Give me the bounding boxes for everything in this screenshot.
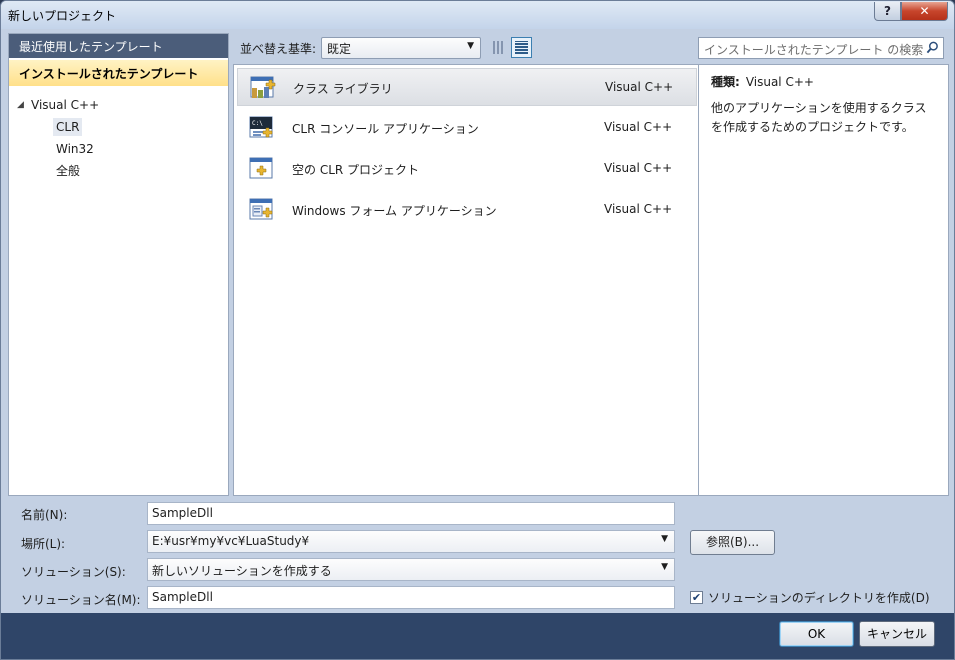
grid-view-icon [493,41,504,54]
list-view-button[interactable] [511,37,532,58]
tree-item-clr[interactable]: CLR [17,116,99,138]
category-tree: ◢ Visual C++ CLR Win32 全般 [17,94,99,182]
installed-templates-header[interactable]: インストールされたテンプレート [9,60,228,86]
svg-text:C:\: C:\ [252,120,263,127]
solution-name-input[interactable]: SampleDll [147,586,675,609]
template-name: Windows フォーム アプリケーション [292,204,497,218]
detail-type: 種類: Visual C++ [711,73,936,90]
sort-label: 並べ替え基準: [240,42,317,56]
template-category-panel: 最近使用したテンプレート インストールされたテンプレート ◢ Visual C+… [8,33,229,496]
window-title: 新しいプロジェクト [8,9,117,23]
create-directory-label: ソリューションのディレクトリを作成(D) [708,591,930,605]
close-button[interactable]: ✕ [901,2,948,21]
detail-type-label: 種類: [711,75,740,89]
sort-value: 既定 [327,42,352,56]
detail-type-value: Visual C++ [745,75,814,89]
location-value: E:¥usr¥my¥vc¥LuaStudy¥ [152,534,310,548]
chevron-down-icon[interactable]: ▼ [661,562,668,572]
project-name-input[interactable]: SampleDll [147,502,675,525]
list-view-icon [515,41,528,54]
recent-templates-header[interactable]: 最近使用したテンプレート [9,34,228,58]
small-icons-view-button[interactable] [488,37,509,58]
browse-button[interactable]: 参照(B)... [690,530,775,555]
solution-label: ソリューション(S): [21,565,126,579]
template-search-input[interactable]: インストールされたテンプレート の検索 [698,37,944,59]
ok-button[interactable]: OK [779,621,854,647]
chevron-down-icon: ▼ [467,41,474,51]
location-combo[interactable]: E:¥usr¥my¥vc¥LuaStudy¥ ▼ [147,530,675,553]
template-name: 空の CLR プロジェクト [292,163,420,177]
detail-description: 他のアプリケーションを使用するクラスを作成するためのプロジェクトです。 [711,101,927,134]
template-language: Visual C++ [604,161,673,175]
cancel-button[interactable]: キャンセル [859,621,935,647]
tree-item-visual-cpp[interactable]: ◢ Visual C++ [17,94,99,116]
template-item-class-library[interactable]: クラス ライブラリ Visual C++ [237,68,697,106]
template-language: Visual C++ [605,80,674,94]
tree-item-label: Visual C++ [31,98,100,112]
tree-item-win32[interactable]: Win32 [17,138,99,160]
solution-name-label: ソリューション名(M): [21,593,141,607]
new-project-dialog: 新しいプロジェクト ? ✕ 最近使用したテンプレート インストールされたテンプレ… [0,0,955,660]
search-placeholder: インストールされたテンプレート の検索 [704,43,924,57]
solution-select[interactable]: 新しいソリューションを作成する ▼ [147,558,675,581]
dialog-footer: OK キャンセル [1,613,954,659]
console-app-icon: C:\ [249,116,273,138]
template-detail-panel: 種類: Visual C++ 他のアプリケーションを使用するクラスを作成するための… [699,64,949,496]
template-language: Visual C++ [604,202,673,216]
empty-project-icon [249,157,273,179]
location-label: 場所(L): [21,537,66,551]
search-icon[interactable] [926,41,939,54]
template-item-windows-forms[interactable]: Windows フォーム アプリケーション Visual C++ [237,191,697,229]
solution-value: 新しいソリューションを作成する [152,564,332,578]
template-name: CLR コンソール アプリケーション [292,122,479,136]
tree-item-label: Win32 [56,142,94,156]
tree-item-label: CLR [53,118,83,136]
sort-select[interactable]: 既定 ▼ [321,37,481,59]
class-library-icon [250,76,276,98]
create-directory-option[interactable]: ✔ ソリューションのディレクトリを作成(D) [690,589,930,606]
template-name: クラス ライブラリ [293,82,393,96]
tree-item-general[interactable]: 全般 [17,160,99,182]
template-item-empty-clr[interactable]: 空の CLR プロジェクト Visual C++ [237,150,697,188]
help-button[interactable]: ? [874,2,901,21]
template-list: クラス ライブラリ Visual C++ C:\ CLR コンソール アプリケー… [233,64,699,496]
chevron-down-icon[interactable]: ▼ [661,534,668,544]
expand-arrow-icon[interactable]: ◢ [17,94,31,116]
name-label: 名前(N): [21,508,68,522]
title-bar[interactable]: 新しいプロジェクト ? ✕ [1,1,954,29]
tree-item-label: 全般 [56,164,81,178]
create-directory-checkbox[interactable]: ✔ [690,591,703,604]
forms-app-icon [249,198,273,220]
template-item-clr-console[interactable]: C:\ CLR コンソール アプリケーション Visual C++ [237,109,697,147]
template-language: Visual C++ [604,120,673,134]
